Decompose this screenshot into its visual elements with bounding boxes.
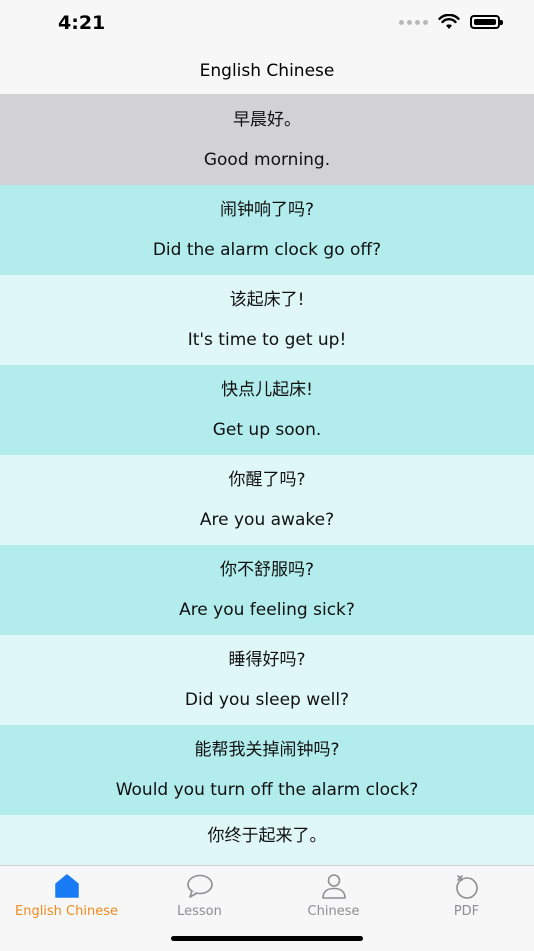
person-icon (321, 874, 346, 899)
english-text: Would you turn off the alarm clock? (115, 780, 419, 800)
chinese-text: 快点儿起床! (221, 380, 313, 400)
tab-label: Chinese (307, 904, 360, 919)
cellular-signal-icon (399, 19, 428, 25)
list-item[interactable]: 闹钟响了吗? Did the alarm clock go off? (0, 185, 534, 275)
english-text: Get up soon. (212, 420, 322, 440)
status-time: 4:21 (58, 12, 106, 34)
battery-icon (470, 15, 503, 29)
chinese-text: 你醒了吗? (228, 470, 306, 490)
chat-bubble-icon (186, 874, 213, 898)
navigation-bar: English Chinese (0, 48, 534, 95)
phrase-list[interactable]: 早晨好。 Good morning. 闹钟响了吗? Did the alarm … (0, 95, 534, 865)
chinese-text: 早晨好。 (233, 110, 301, 130)
list-item[interactable]: 该起床了! It's time to get up! (0, 275, 534, 365)
home-icon (54, 874, 79, 898)
list-item[interactable]: 你不舒服吗? Are you feeling sick? (0, 545, 534, 635)
english-text: Good morning. (203, 150, 331, 170)
english-text: Are you feeling sick? (179, 600, 355, 620)
chinese-text: 睡得好吗? (228, 650, 306, 670)
chinese-text: 该起床了! (229, 290, 305, 310)
wifi-icon (438, 14, 460, 29)
list-item[interactable]: 快点儿起床! Get up soon. (0, 365, 534, 455)
home-indicator[interactable] (171, 936, 363, 941)
list-item[interactable]: 能帮我关掉闹钟吗? Would you turn off the alarm c… (0, 725, 534, 815)
list-item[interactable]: 你醒了吗? Are you awake? (0, 455, 534, 545)
page-title: English Chinese (199, 61, 335, 81)
tab-pdf[interactable]: PDF (400, 872, 533, 922)
tab-label: Lesson (177, 904, 222, 919)
english-text: It's time to get up! (187, 330, 347, 350)
english-text: Are you awake? (199, 510, 335, 530)
tab-english-chinese[interactable]: English Chinese (0, 872, 133, 922)
status-bar: 4:21 (0, 0, 534, 48)
status-indicators (399, 14, 503, 30)
tab-chinese[interactable]: Chinese (267, 872, 400, 922)
chinese-text: 你终于起来了。 (207, 826, 327, 846)
tab-label: English Chinese (14, 904, 118, 919)
chinese-text: 你不舒服吗? (219, 560, 315, 580)
ring-icon (455, 875, 478, 899)
tab-lesson[interactable]: Lesson (133, 872, 266, 922)
list-item[interactable]: 你终于起来了。 (0, 815, 534, 865)
chinese-text: 闹钟响了吗? (219, 200, 315, 220)
english-text: Did you sleep well? (184, 690, 350, 710)
english-text: Did the alarm clock go off? (152, 240, 382, 260)
chinese-text: 能帮我关掉闹钟吗? (194, 740, 340, 760)
list-item[interactable]: 早晨好。 Good morning. (0, 95, 534, 185)
tab-label: PDF (453, 904, 480, 919)
list-item[interactable]: 睡得好吗? Did you sleep well? (0, 635, 534, 725)
